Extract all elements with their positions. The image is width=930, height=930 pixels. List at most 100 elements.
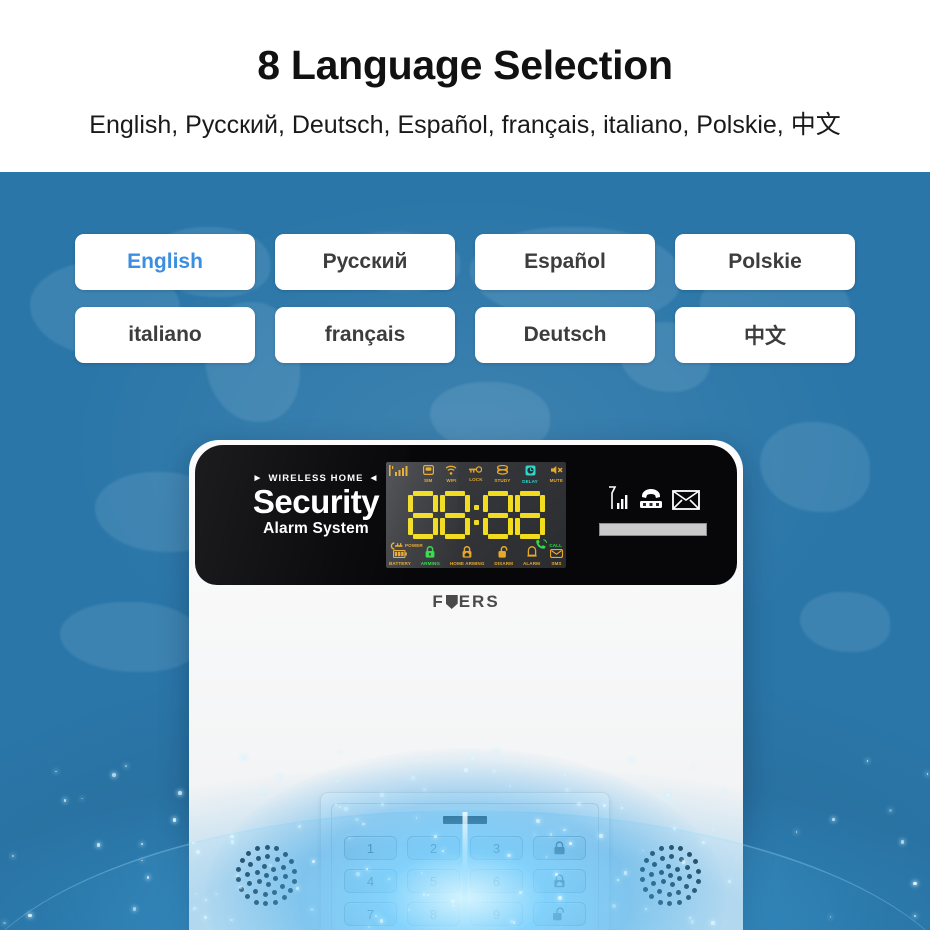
sparkle <box>624 871 628 875</box>
sparkle <box>112 773 116 777</box>
sparkle <box>451 899 455 903</box>
sparkle <box>682 860 685 863</box>
sparkle <box>55 771 57 773</box>
sms-envelope-icon-glyph <box>550 549 563 561</box>
arrow-left-icon: ◄ <box>369 473 380 484</box>
language-button-label: 中文 <box>744 320 786 350</box>
sparkle <box>356 872 360 876</box>
indicator-label: ALARM <box>523 562 540 567</box>
sparkle <box>645 908 647 910</box>
sparkle <box>362 823 364 825</box>
sparkle <box>231 840 234 843</box>
device-right-icon-cluster <box>599 485 707 536</box>
sparkle <box>340 751 342 753</box>
sparkle <box>914 915 916 917</box>
sparkle <box>375 915 377 917</box>
indicator-label: DELAY <box>522 480 538 485</box>
sparkle <box>28 914 32 918</box>
sim-card-icon-glyph <box>423 465 434 478</box>
key-icon-glyph <box>469 465 482 477</box>
sparkle <box>141 860 143 862</box>
sparkle <box>692 766 694 768</box>
lcd-clock-digits <box>386 489 566 541</box>
unlock-icon-glyph <box>494 546 513 561</box>
sparkle <box>230 835 234 839</box>
sparkle <box>492 769 496 773</box>
sparkle <box>702 841 705 844</box>
indicator-label: CALL <box>549 544 562 549</box>
sparkle <box>555 873 558 876</box>
sparkle <box>205 899 207 901</box>
indicator-label: MUTE <box>550 479 563 484</box>
power-plug-icon-glyph <box>390 538 403 554</box>
sparkle <box>534 834 536 836</box>
sparkle <box>927 773 929 775</box>
shield-icon <box>446 595 458 609</box>
device-label-strip <box>599 523 707 536</box>
sparkle <box>723 789 726 792</box>
language-button-4[interactable]: Polskie <box>675 234 855 290</box>
sparkle <box>452 905 455 908</box>
language-button-6[interactable]: français <box>275 307 455 363</box>
sparkle <box>298 825 301 828</box>
language-button-7[interactable]: Deutsch <box>475 307 655 363</box>
language-button-1[interactable]: English <box>75 234 255 290</box>
language-button-5[interactable]: italiano <box>75 307 255 363</box>
language-selection-grid: English Русский Español Polskie italiano fran… <box>75 234 857 363</box>
wifi-icon-glyph <box>445 465 457 478</box>
sim-card-icon: SIM <box>423 465 434 484</box>
sparkle <box>355 818 358 821</box>
signal-bars-icon-glyph <box>389 465 411 479</box>
telephone-icon <box>637 487 665 516</box>
sparkle <box>337 780 339 782</box>
page-header: 8 Language Selection English, Русский, D… <box>0 0 930 172</box>
sparkle <box>901 840 905 844</box>
brand-tagline: ► WIRELESS HOME ◄ <box>221 473 411 484</box>
signal-bars-icon <box>389 465 411 479</box>
sparkle <box>312 860 315 863</box>
lcd-digit-2 <box>440 491 470 539</box>
mute-icon-glyph <box>550 465 563 478</box>
sparkle <box>242 756 246 760</box>
lcd-digit-3 <box>483 491 513 539</box>
sparkle <box>711 921 714 924</box>
language-button-2[interactable]: Русский <box>275 234 455 290</box>
sparkle <box>64 799 66 801</box>
sparkle <box>621 807 623 809</box>
sparkle <box>236 874 239 877</box>
sparkle <box>335 803 338 806</box>
sparkle <box>423 893 426 896</box>
sparkle <box>230 919 232 921</box>
lcd-status-row-lower: BATTERYARMINGHOME ARMINGDISARMALARMSMS <box>389 550 563 567</box>
sparkle <box>349 838 351 840</box>
sparkle <box>513 921 515 923</box>
sparkle <box>269 864 272 867</box>
language-button-label: français <box>325 323 406 347</box>
language-button-8[interactable]: 中文 <box>675 307 855 363</box>
sparkle <box>830 916 832 918</box>
mute-icon: MUTE <box>550 465 563 484</box>
sparkle <box>471 756 475 760</box>
language-button-3[interactable]: Español <box>475 234 655 290</box>
sparkle <box>173 818 177 822</box>
sparkle <box>296 887 299 890</box>
sparkle <box>666 793 670 797</box>
fuers-logo: F ERS <box>189 592 743 612</box>
alarm-bell-icon: ALARM <box>523 546 540 567</box>
sparkle <box>215 893 217 895</box>
wifi-icon: WIFI <box>445 465 457 484</box>
padlock-icon-glyph <box>421 546 440 561</box>
sparkle <box>423 788 426 791</box>
lcd-colon <box>472 491 481 539</box>
lcd-digit-4 <box>515 491 545 539</box>
sparkle <box>889 809 892 812</box>
language-button-label: Polskie <box>728 250 802 274</box>
arrow-right-icon: ► <box>252 473 263 484</box>
sparkle <box>558 896 562 900</box>
indicator-label: SIM <box>423 479 434 484</box>
key-icon: LOCK <box>469 465 482 483</box>
sparkle <box>408 909 410 911</box>
sparkle <box>262 791 265 794</box>
sparkle <box>612 904 616 908</box>
sparkle <box>712 828 714 830</box>
